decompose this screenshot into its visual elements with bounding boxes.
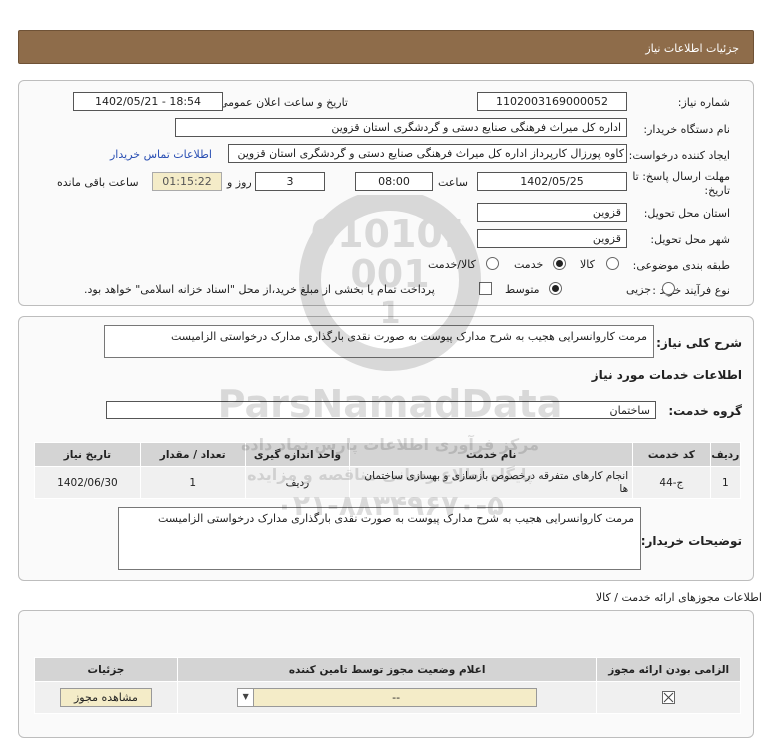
category-option-service: خدمت xyxy=(514,258,544,271)
category-option-both: کالا/خدمت xyxy=(428,258,476,271)
category-radio-goods[interactable] xyxy=(606,257,619,270)
col-header-date: تاریخ نیاز xyxy=(34,442,141,467)
permit-required-checkbox xyxy=(662,691,676,704)
general-info-panel xyxy=(18,80,754,306)
service-group-field: ساختمان xyxy=(106,401,656,419)
category-option-goods: کالا xyxy=(580,258,595,271)
buyer-notes-label: توضیحات خریدار: xyxy=(640,534,742,548)
buyer-org-label: نام دستگاه خریدار: xyxy=(643,123,730,136)
permit-status-select[interactable]: ▼ -- xyxy=(237,688,538,707)
service-group-label: گروه خدمت: xyxy=(668,404,742,418)
cell-quantity: 1 xyxy=(139,466,246,499)
days-field: 3 xyxy=(255,172,325,191)
category-radio-both[interactable] xyxy=(486,257,499,270)
permits-section-title: اطلاعات مجوزهای ارائه خدمت / کالا xyxy=(595,591,762,604)
process-option-medium: متوسط xyxy=(505,283,540,296)
buyer-org-field: اداره کل میراث فرهنگی صنایع دستی و گردشگ… xyxy=(175,118,627,137)
deadline-time-label: ساعت xyxy=(438,176,468,189)
col-header-unit: واحد اندازه گیری xyxy=(244,442,351,467)
table-row: ▼ -- مشاهده مجوز xyxy=(34,681,741,714)
province-field: قزوین xyxy=(477,203,627,222)
cell-service-code: ج-44 xyxy=(632,466,711,499)
services-table: ردیف کد خدمت نام خدمت واحد اندازه گیری ت… xyxy=(34,442,742,499)
remaining-time-field: 01:15:22 xyxy=(152,172,222,191)
cell-service-name: انجام کارهای متفرقه درخصوص بازسازی و بهس… xyxy=(349,466,634,499)
deadline-time-field: 08:00 xyxy=(355,172,433,191)
remaining-time-label: ساعت باقی مانده xyxy=(57,176,139,189)
buyer-notes-text: مرمت کاروانسرایی هجیب به شرح مدارک پیوست… xyxy=(118,507,641,570)
permit-status-cell: ▼ -- xyxy=(176,681,598,714)
process-radio-minor[interactable] xyxy=(662,282,675,295)
col-header-code: کد خدمت xyxy=(632,442,711,467)
permit-status-value: -- xyxy=(392,691,401,704)
x-mark-icon xyxy=(663,692,674,703)
cell-need-date: 1402/06/30 xyxy=(34,466,141,499)
services-section-title: اطلاعات خدمات مورد نیاز xyxy=(591,368,742,382)
page-title: جزئیات اطلاعات نیاز xyxy=(645,42,739,55)
city-field: قزوین xyxy=(477,229,627,248)
col-header-permit-details: جزئیات xyxy=(34,657,178,682)
services-table-header: ردیف کد خدمت نام خدمت واحد اندازه گیری ت… xyxy=(34,442,742,467)
deadline-label-2: تاریخ: xyxy=(704,184,730,197)
cell-unit: ردیف xyxy=(244,466,351,499)
days-label: روز و xyxy=(227,176,252,189)
category-label: طبقه بندی موضوعی: xyxy=(632,259,730,272)
col-header-quantity: تعداد / مقدار xyxy=(139,442,246,467)
creator-field: کاوه پورزال کارپرداز اداره کل میراث فرهن… xyxy=(228,144,627,163)
deadline-date-field: 1402/05/25 xyxy=(477,172,627,191)
process-option-minor: جزیی xyxy=(626,283,652,296)
creator-label: ایجاد کننده درخواست: xyxy=(628,149,730,162)
buyer-contact-link[interactable]: اطلاعات تماس خریدار xyxy=(110,148,212,161)
permit-details-cell: مشاهده مجوز xyxy=(34,681,178,714)
col-header-name: نام خدمت xyxy=(349,442,634,467)
process-radio-medium[interactable] xyxy=(549,282,562,295)
category-radio-service[interactable] xyxy=(553,257,566,270)
summary-text: مرمت کاروانسرایی هجیب به شرح مدارک پیوست… xyxy=(104,325,654,358)
permit-required-cell xyxy=(596,681,741,714)
permits-table-header: الزامی بودن ارائه مجوز اعلام وضعیت مجوز … xyxy=(34,657,741,682)
page-header: جزئیات اطلاعات نیاز xyxy=(18,30,754,64)
summary-label: شرح کلی نیاز: xyxy=(656,336,742,350)
col-header-permit-status: اعلام وضعیت مجوز توسط تامین کننده xyxy=(176,657,598,682)
table-row: 1 ج-44 انجام کارهای متفرقه درخصوص بازساز… xyxy=(34,466,742,499)
province-label: استان محل تحویل: xyxy=(643,207,730,220)
need-number-label: شماره نیاز: xyxy=(677,96,730,109)
treasury-payment-note: پرداخت تمام یا بخشی از مبلغ خرید،از محل … xyxy=(84,283,435,296)
announce-date-field: 1402/05/21 - 18:54 xyxy=(73,92,223,111)
deadline-label: مهلت ارسال پاسخ: تا xyxy=(632,170,730,183)
chevron-down-icon: ▼ xyxy=(238,689,255,706)
city-label: شهر محل تحویل: xyxy=(650,233,730,246)
col-header-row: ردیف xyxy=(709,442,742,467)
need-number-field: 1102003169000052 xyxy=(477,92,627,111)
cell-row-number: 1 xyxy=(709,466,742,499)
col-header-permit-required: الزامی بودن ارائه مجوز xyxy=(596,657,741,682)
treasury-payment-checkbox[interactable] xyxy=(479,282,492,295)
view-permit-button[interactable]: مشاهده مجوز xyxy=(59,688,152,707)
permits-table: الزامی بودن ارائه مجوز اعلام وضعیت مجوز … xyxy=(34,657,741,714)
announce-date-label: تاریخ و ساعت اعلان عمومی: xyxy=(215,96,348,109)
